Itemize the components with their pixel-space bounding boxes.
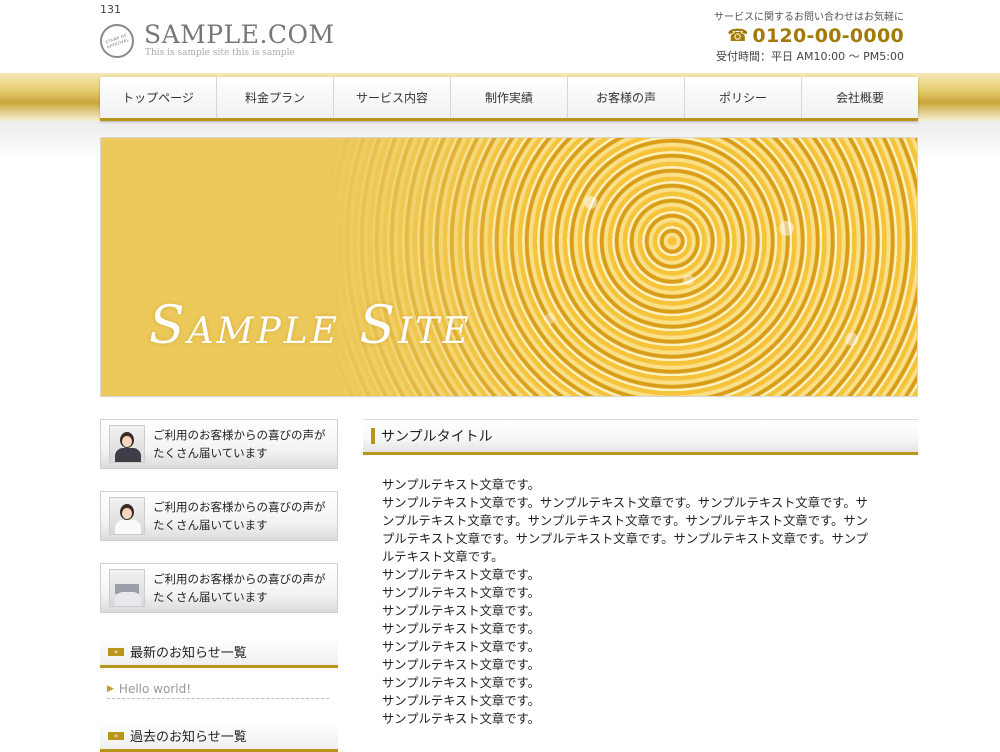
- logo-name: SAMPLE.COM: [144, 20, 335, 49]
- body-line: サンプルテキスト文章です。: [382, 694, 540, 708]
- banner-text-line1: ご利用のお客様からの喜びの声が: [153, 500, 326, 514]
- nav-item-policy[interactable]: ポリシー: [685, 77, 802, 118]
- global-nav: トップページ 料金プラン サービス内容 制作実績 お客様の声 ポリシー 会社概要: [100, 77, 918, 121]
- nav-item-top[interactable]: トップページ: [100, 77, 217, 118]
- content-body: サンプルテキスト文章です。 サンプルテキスト文章です。サンプルテキスト文章です。…: [382, 476, 906, 728]
- body-line: サンプルテキスト文章です。: [382, 640, 540, 654]
- body-line: サンプルテキスト文章です。: [382, 586, 540, 600]
- body-line: サンプルテキスト文章です。: [382, 604, 540, 618]
- banner-text: ご利用のお客様からの喜びの声が たくさん届いています: [153, 570, 326, 606]
- banner-text-line2: たくさん届いています: [153, 518, 268, 532]
- news-item-link[interactable]: Hello world!: [119, 682, 191, 696]
- banner-text: ご利用のお客様からの喜びの声が たくさん届いています: [153, 498, 326, 534]
- contact-lead: サービスに関するお問い合わせはお気軽に: [714, 12, 904, 23]
- banner-text-line1: ご利用のお客様からの喜びの声が: [153, 572, 326, 586]
- body-line: サンプルテキスト文章です。: [382, 712, 540, 726]
- hero-title: Sample Site: [149, 296, 472, 356]
- stamp-text: STAMP OF APPROVAL: [104, 32, 130, 50]
- woman-smiling-photo-icon: [109, 497, 145, 535]
- body-line: サンプルテキスト文章です。: [382, 676, 540, 690]
- hero-banner: Sample Site: [100, 137, 918, 397]
- archive-heading: » 過去のお知らせ一覧: [100, 722, 338, 752]
- body-line: サンプルテキスト文章です。: [382, 568, 540, 582]
- body-line: プルテキスト文章です。サンプルテキスト文章です。サンプルテキスト文章です。サンプ: [382, 532, 868, 546]
- body-line: サンプルテキスト文章です。サンプルテキスト文章です。サンプルテキスト文章です。サ: [382, 496, 868, 510]
- body-line: サンプルテキスト文章です。: [382, 622, 540, 636]
- banner-text-line2: たくさん届いています: [153, 446, 268, 460]
- nav-item-company[interactable]: 会社概要: [802, 77, 918, 118]
- body-line: サンプルテキスト文章です。: [382, 658, 540, 672]
- content-title: サンプルタイトル: [381, 429, 493, 445]
- banner-text-line1: ご利用のお客様からの喜びの声が: [153, 428, 326, 442]
- nav-item-pricing[interactable]: 料金プラン: [217, 77, 334, 118]
- triangle-bullet-icon: ▶: [107, 684, 114, 694]
- site-logo[interactable]: STAMP OF APPROVAL SAMPLE.COM This is sam…: [100, 20, 334, 62]
- news-item[interactable]: ▶ Hello world!: [107, 680, 329, 699]
- nav-item-services[interactable]: サービス内容: [334, 77, 451, 118]
- content-heading: サンプルタイトル: [363, 419, 918, 455]
- body-line: ルテキスト文章です。: [382, 550, 504, 564]
- woman-headset-photo-icon: [109, 425, 145, 463]
- office-desk-photo-icon: [109, 569, 145, 607]
- phone-icon: ☎: [727, 26, 749, 46]
- nav-item-testimonials[interactable]: お客様の声: [568, 77, 685, 118]
- logo-subtitle: This is sample site this is sample: [145, 48, 295, 58]
- testimonial-banner[interactable]: ご利用のお客様からの喜びの声が たくさん届いています: [100, 563, 338, 613]
- testimonial-banner[interactable]: ご利用のお客様からの喜びの声が たくさん届いています: [100, 419, 338, 469]
- phone-number[interactable]: 0120-00-0000: [752, 25, 904, 47]
- news-heading-label: 最新のお知らせ一覧: [130, 646, 247, 661]
- phone-block: ☎ 0120-00-0000: [714, 25, 904, 47]
- page-number: 131: [100, 3, 121, 16]
- archive-heading-label: 過去のお知らせ一覧: [130, 730, 247, 745]
- double-arrow-icon: »: [108, 647, 124, 656]
- news-heading: » 最新のお知らせ一覧: [100, 638, 338, 668]
- business-hours: 受付時間：平日 AM10:00 ～ PM5:00: [715, 50, 904, 63]
- body-line: ンプルテキスト文章です。サンプルテキスト文章です。サンプルテキスト文章です。サン: [382, 514, 868, 528]
- approval-stamp-icon: STAMP OF APPROVAL: [100, 24, 134, 58]
- contact-info: サービスに関するお問い合わせはお気軽に ☎ 0120-00-0000 受付時間：…: [714, 8, 904, 64]
- gold-foil-texture: [101, 138, 917, 396]
- banner-text-line2: たくさん届いています: [153, 590, 268, 604]
- testimonial-banner[interactable]: ご利用のお客様からの喜びの声が たくさん届いています: [100, 491, 338, 541]
- double-arrow-icon: »: [108, 731, 124, 740]
- nav-item-works[interactable]: 制作実績: [451, 77, 568, 118]
- heading-accent-bar: [371, 428, 375, 444]
- body-line: サンプルテキスト文章です。: [382, 478, 540, 492]
- banner-text: ご利用のお客様からの喜びの声が たくさん届いています: [153, 426, 326, 462]
